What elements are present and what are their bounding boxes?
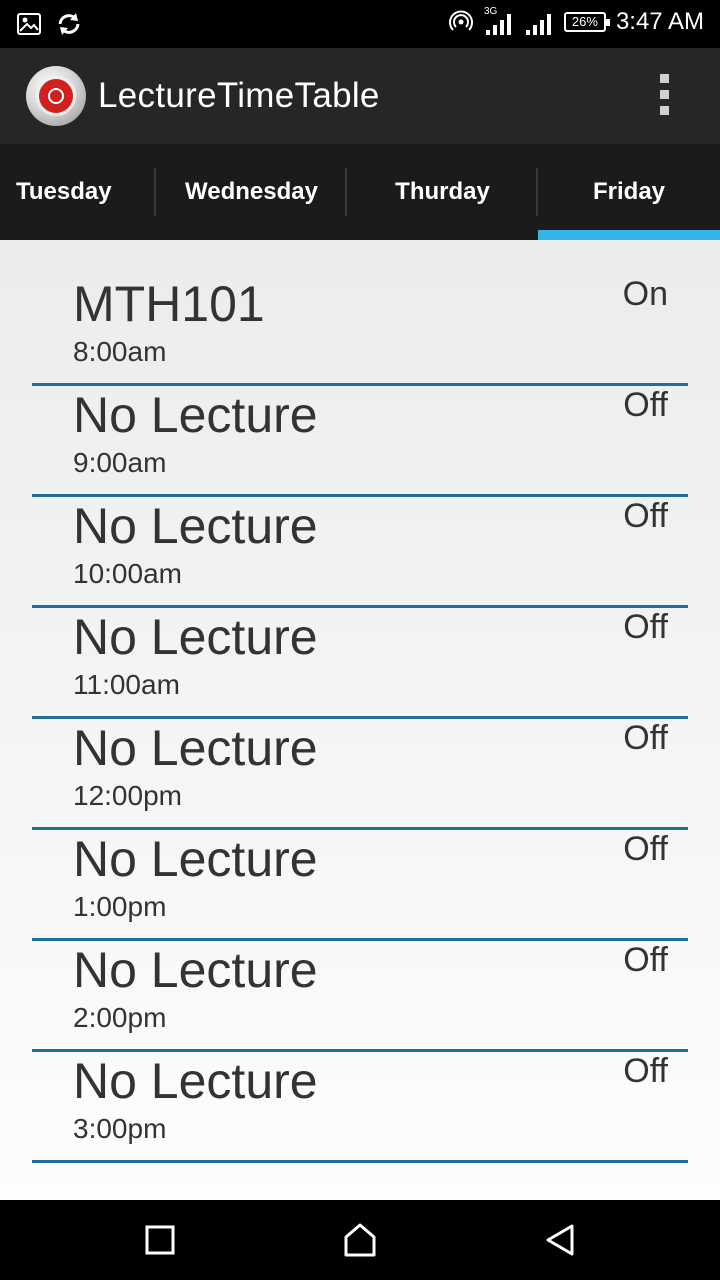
tab-tuesday[interactable]: Tuesday xyxy=(0,144,156,240)
clock: 3:47 AM xyxy=(615,8,704,35)
list-item[interactable]: No Lecture 1:00pm Off xyxy=(32,830,688,941)
signal-icon xyxy=(525,14,551,35)
signal-3g: 3G xyxy=(483,6,514,36)
lecture-time: 2:00pm xyxy=(73,1002,167,1033)
lecture-state: Off xyxy=(623,941,668,979)
battery-percent: 26% xyxy=(571,14,598,29)
lecture-state: Off xyxy=(623,830,668,868)
list-item[interactable]: No Lecture 2:00pm Off xyxy=(32,941,688,1052)
lecture-title: No Lecture xyxy=(73,720,318,776)
lecture-title: MTH101 xyxy=(73,276,265,332)
lecture-state: On xyxy=(622,275,668,313)
lecture-title: No Lecture xyxy=(73,609,318,665)
battery-icon: 26% xyxy=(563,12,610,32)
lecture-title: No Lecture xyxy=(73,387,318,443)
tab-label: Wednesday xyxy=(185,178,318,205)
back-icon[interactable] xyxy=(540,1220,580,1260)
list-item[interactable]: No Lecture 9:00am Off xyxy=(32,386,688,497)
lecture-state: Off xyxy=(623,719,668,757)
alarm-clock-icon xyxy=(26,66,86,126)
lecture-state: Off xyxy=(623,1052,668,1090)
image-icon xyxy=(17,13,41,35)
list-item[interactable]: MTH101 8:00am On xyxy=(32,275,688,386)
tab-friday[interactable]: Friday xyxy=(538,144,720,240)
network-type-label: 3G xyxy=(483,6,498,17)
app-bar: LectureTimeTable xyxy=(0,48,720,144)
lecture-time: 12:00pm xyxy=(73,780,182,811)
home-icon[interactable] xyxy=(340,1220,380,1260)
tab-label: Thurday xyxy=(395,178,490,205)
recents-icon[interactable] xyxy=(140,1220,180,1260)
tab-wednesday[interactable]: Wednesday xyxy=(156,144,347,240)
lecture-time: 11:00am xyxy=(73,669,180,700)
sync-icon xyxy=(58,13,80,35)
hotspot-icon xyxy=(448,10,473,31)
tab-label: Tuesday xyxy=(16,178,112,205)
selected-tab-indicator xyxy=(538,230,720,240)
navigation-bar xyxy=(0,1200,720,1280)
lecture-time: 1:00pm xyxy=(73,891,167,922)
status-bar: 3G 26% 3:47 AM xyxy=(0,0,720,48)
app-title: LectureTimeTable xyxy=(98,76,380,115)
lecture-title: No Lecture xyxy=(73,942,318,998)
row-divider xyxy=(32,1160,688,1163)
lecture-time: 8:00am xyxy=(73,336,167,367)
lecture-time: 10:00am xyxy=(73,558,182,589)
list-item[interactable]: No Lecture 12:00pm Off xyxy=(32,719,688,830)
overflow-menu-icon[interactable] xyxy=(652,74,676,118)
lecture-state: Off xyxy=(623,386,668,424)
status-notifications xyxy=(16,11,82,37)
tab-label: Friday xyxy=(592,178,666,205)
lecture-title: No Lecture xyxy=(73,498,318,554)
lecture-title: No Lecture xyxy=(73,1053,318,1109)
list-item[interactable]: No Lecture 3:00pm Off xyxy=(32,1052,688,1163)
lecture-time: 3:00pm xyxy=(73,1113,167,1144)
tab-thurday[interactable]: Thurday xyxy=(347,144,538,240)
list-item[interactable]: No Lecture 10:00am Off xyxy=(32,497,688,608)
lecture-time: 9:00am xyxy=(73,447,167,478)
list-item[interactable]: No Lecture 11:00am Off xyxy=(32,608,688,719)
status-system: 3G 26% 3:47 AM xyxy=(448,6,704,36)
lecture-title: No Lecture xyxy=(73,831,318,887)
day-tabs: Tuesday Wednesday Thurday Friday xyxy=(0,144,720,240)
lecture-state: Off xyxy=(623,497,668,535)
lecture-state: Off xyxy=(623,608,668,646)
timetable-list: MTH101 8:00am On No Lecture 9:00am Off N… xyxy=(0,240,720,1200)
